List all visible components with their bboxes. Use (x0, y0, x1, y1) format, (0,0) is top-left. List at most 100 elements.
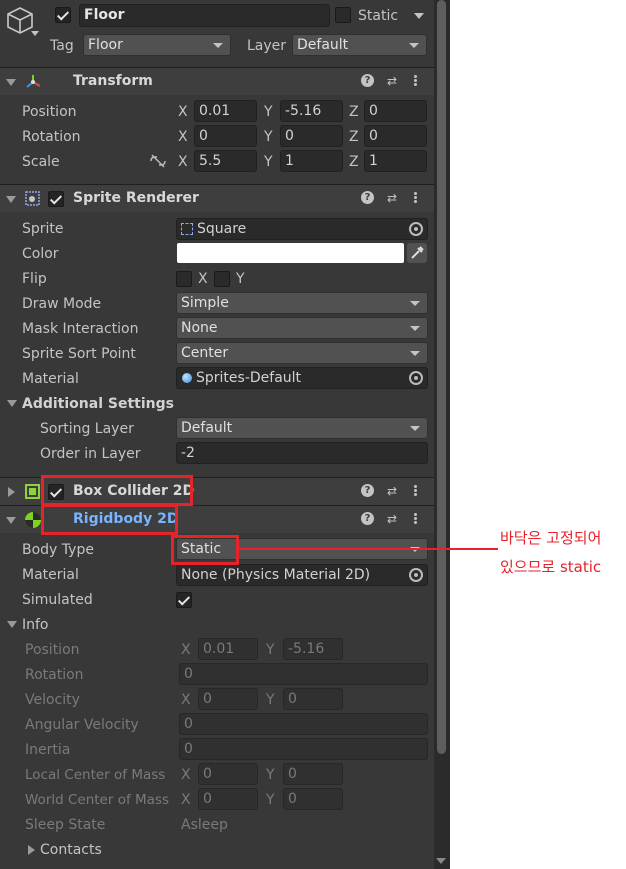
scale-z-field[interactable]: 1 (364, 150, 427, 172)
additional-settings-label[interactable]: Additional Settings (22, 395, 174, 413)
material-sphere-icon (182, 373, 192, 383)
rigidbody-foldout-arrow[interactable] (6, 517, 16, 524)
object-picker-icon[interactable] (409, 222, 423, 236)
active-checkbox[interactable] (55, 7, 71, 23)
transform-foldout-arrow[interactable] (6, 79, 16, 86)
contacts-label[interactable]: Contacts (40, 841, 102, 859)
axis-y: Y (266, 692, 275, 708)
annotation-line-1: 바닥은 고정되어 (500, 529, 602, 547)
highlight-box-collider (41, 475, 193, 506)
menu-icon[interactable] (414, 74, 418, 88)
axis-x: X (181, 792, 191, 808)
position-x-field[interactable]: 0.01 (194, 100, 257, 122)
sprite-field[interactable]: Square (176, 218, 428, 240)
box-collider-icon (25, 484, 40, 499)
static-checkbox[interactable] (335, 7, 351, 23)
axis-z: Z (349, 154, 359, 170)
menu-icon[interactable] (414, 191, 418, 205)
position-y-field[interactable]: -5.16 (280, 100, 343, 122)
rotation-z-field[interactable]: 0 (364, 125, 427, 147)
preset-icon[interactable]: ⇄ (385, 512, 399, 526)
flip-label: Flip (22, 271, 47, 287)
order-in-layer-field[interactable]: -2 (176, 442, 428, 464)
rotation-label: Rotation (22, 129, 81, 145)
help-icon[interactable]: ? (361, 512, 374, 525)
icon-dropdown-arrow[interactable] (31, 31, 39, 36)
additional-settings-foldout-arrow[interactable] (7, 400, 17, 407)
axis-x: X (181, 642, 191, 658)
tag-dropdown[interactable]: Floor (83, 34, 231, 56)
angular-velocity-label: Angular Velocity (25, 717, 139, 733)
scroll-down-arrow[interactable] (436, 858, 446, 864)
mask-interaction-dropdown[interactable]: None (176, 317, 428, 339)
sprite-renderer-header[interactable]: Sprite Renderer ? ⇄ (0, 184, 434, 212)
rotation-x-field[interactable]: 0 (194, 125, 257, 147)
sorting-layer-dropdown[interactable]: Default (176, 417, 428, 439)
axis-x: X (178, 104, 188, 120)
scale-y-field[interactable]: 1 (280, 150, 343, 172)
axis-x: X (178, 154, 188, 170)
scrollbar[interactable] (434, 0, 450, 869)
sprite-renderer-enabled-checkbox[interactable] (48, 191, 64, 207)
rb-material-field[interactable]: None (Physics Material 2D) (176, 564, 428, 586)
info-rotation-label: Rotation (25, 667, 84, 683)
contacts-foldout-arrow[interactable] (28, 845, 35, 855)
world-com-x-field: 0 (198, 788, 258, 810)
preset-icon[interactable]: ⇄ (385, 74, 399, 88)
sprite-sort-point-dropdown[interactable]: Center (176, 342, 428, 364)
transform-header[interactable]: Transform ? ⇄ (0, 67, 434, 95)
color-label: Color (22, 246, 59, 262)
name-field[interactable]: Floor (79, 4, 330, 27)
scale-label: Scale (22, 154, 60, 170)
info-foldout-arrow[interactable] (7, 621, 17, 628)
material-field[interactable]: Sprites-Default (176, 367, 428, 389)
material-label: Material (22, 371, 79, 387)
sprite-renderer-foldout-arrow[interactable] (6, 196, 16, 203)
flip-y-checkbox[interactable] (214, 271, 230, 287)
transform-title: Transform (73, 73, 153, 89)
info-label[interactable]: Info (22, 616, 49, 634)
info-rotation-field: 0 (179, 663, 428, 685)
draw-mode-label: Draw Mode (22, 296, 102, 312)
sprite-renderer-icon (24, 190, 42, 208)
layer-dropdown[interactable]: Default (292, 34, 427, 56)
preset-icon[interactable]: ⇄ (385, 191, 399, 205)
color-swatch[interactable] (177, 243, 404, 263)
draw-mode-dropdown[interactable]: Simple (176, 292, 428, 314)
simulated-checkbox[interactable] (176, 592, 192, 608)
help-icon[interactable]: ? (361, 191, 374, 204)
angular-velocity-field: 0 (179, 713, 428, 735)
info-position-x-field: 0.01 (198, 638, 258, 660)
help-icon[interactable]: ? (361, 74, 374, 87)
order-in-layer-label: Order in Layer (40, 446, 141, 462)
object-picker-icon[interactable] (409, 371, 423, 385)
axis-y: Y (264, 104, 273, 120)
box-collider-foldout-arrow[interactable] (8, 487, 15, 497)
eyedropper-icon[interactable] (407, 243, 427, 263)
unlink-icon[interactable] (149, 154, 167, 168)
rotation-y-field[interactable]: 0 (280, 125, 343, 147)
local-com-y-field: 0 (283, 763, 343, 785)
help-icon[interactable]: ? (361, 484, 374, 497)
menu-icon[interactable] (414, 484, 418, 498)
transform-icon (24, 73, 42, 91)
object-picker-icon[interactable] (409, 568, 423, 582)
flip-x-checkbox[interactable] (176, 271, 192, 287)
static-dropdown-arrow[interactable] (414, 13, 424, 19)
scrollbar-thumb[interactable] (437, 0, 446, 754)
axis-y: Y (266, 767, 275, 783)
menu-icon[interactable] (414, 512, 418, 526)
scale-x-field[interactable]: 5.5 (194, 150, 257, 172)
tag-label: Tag (50, 38, 74, 54)
rigidbody-icon (24, 511, 42, 529)
inertia-label: Inertia (25, 742, 71, 758)
annotation-connector-line (239, 548, 498, 550)
material-value: Sprites-Default (196, 370, 302, 386)
position-z-field[interactable]: 0 (364, 100, 427, 122)
flip-y-label: Y (236, 271, 245, 287)
info-position-label: Position (25, 642, 80, 658)
position-label: Position (22, 104, 77, 120)
local-com-x-field: 0 (198, 763, 258, 785)
axis-y: Y (266, 642, 275, 658)
preset-icon[interactable]: ⇄ (385, 484, 399, 498)
